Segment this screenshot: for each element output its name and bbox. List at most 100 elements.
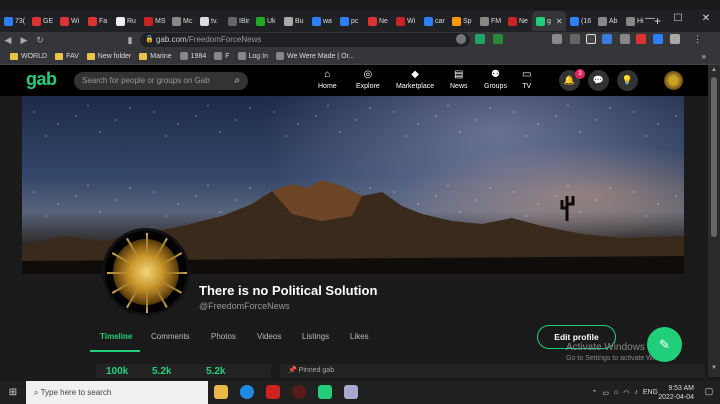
light-bulb-icon[interactable]: 💡 (617, 70, 638, 91)
bookmark-item[interactable]: We Were Made | Or... (275, 52, 354, 60)
user-avatar[interactable] (664, 71, 683, 90)
bookmark-icon[interactable]: ▮ (122, 35, 138, 46)
profile-avatar[interactable] (102, 228, 190, 316)
browser-tab[interactable]: car (420, 11, 448, 31)
browser-tab[interactable]: (16 (566, 11, 594, 31)
browser-tab[interactable]: Ne (504, 11, 532, 31)
share-icon[interactable] (456, 34, 466, 44)
minimize-button[interactable]: — (636, 10, 664, 32)
menu-kebab-icon[interactable]: ⋮ (693, 34, 703, 44)
bookmark-item[interactable]: F (214, 52, 230, 60)
maximize-button[interactable]: ☐ (664, 10, 692, 32)
bookmarks-overflow-icon[interactable]: » (702, 52, 706, 61)
browser-tab[interactable]: 73( (0, 11, 28, 31)
browser-tab[interactable]: FM (476, 11, 504, 31)
nav-news[interactable]: ▤ News (450, 69, 468, 90)
network-icon[interactable]: ⌂ (614, 389, 618, 396)
extension-icon[interactable] (475, 34, 485, 44)
close-window-button[interactable]: ✕ (692, 10, 720, 32)
browser-tab[interactable]: Wi (56, 11, 84, 31)
tab-comments[interactable]: Comments (151, 332, 190, 341)
browser-tab[interactable]: Sp (448, 11, 476, 31)
tab-timeline[interactable]: Timeline (100, 332, 132, 341)
browser-tab[interactable]: GE (28, 11, 56, 31)
tray-expand-icon[interactable]: ⌃ (591, 389, 597, 397)
browser-tab[interactable]: tv. (196, 11, 224, 31)
tab-photos[interactable]: Photos (211, 332, 236, 341)
nav-groups[interactable]: ⚉ Groups (484, 69, 507, 90)
forward-icon[interactable]: ▶ (16, 35, 32, 46)
browser-tab[interactable]: Ru (112, 11, 140, 31)
scroll-down-icon[interactable]: ▼ (711, 365, 717, 371)
folder-icon (55, 52, 64, 60)
file-explorer-icon[interactable] (214, 385, 228, 399)
shield-extension-icon[interactable] (493, 34, 503, 44)
browser-tab[interactable]: Bu (280, 11, 308, 31)
bookmark-item[interactable]: 1984 (179, 52, 206, 60)
nav-explore[interactable]: ◎ Explore (356, 69, 380, 90)
extension-red-icon[interactable] (636, 34, 646, 44)
nav-label: TV (522, 83, 532, 90)
back-icon[interactable]: ◀ (0, 35, 16, 46)
calculator-icon[interactable] (344, 385, 358, 399)
browser-tab[interactable]: Fa (84, 11, 112, 31)
edge-browser-icon[interactable] (240, 385, 254, 399)
browser-tab[interactable]: Mc (168, 11, 196, 31)
bookmark-item[interactable]: Log In (237, 52, 268, 60)
browser-tab[interactable]: Ab (594, 11, 622, 31)
stat-following[interactable]: 5.2k (206, 366, 225, 377)
browser-tab[interactable]: IBir (224, 11, 252, 31)
tab-label: g (547, 17, 551, 25)
extensions-puzzle-icon[interactable] (670, 34, 680, 44)
zoom-icon[interactable] (552, 34, 562, 44)
compose-button[interactable]: ✎ (647, 327, 682, 362)
tab-listings[interactable]: Listings (302, 332, 329, 341)
gab-logo[interactable]: gab (26, 69, 57, 90)
extension-blue2-icon[interactable] (653, 34, 663, 44)
browser-tab-active[interactable]: g ✕ (532, 11, 566, 31)
browser-tab[interactable]: MS (140, 11, 168, 31)
nav-marketplace[interactable]: ◆ Marketplace (396, 69, 434, 90)
clock[interactable]: 9:53 AM 2022-04-04 (658, 384, 694, 402)
browser-tab[interactable]: Uk (252, 11, 280, 31)
search-input[interactable]: Search for people or groups on Gab ⌕ (74, 72, 248, 90)
chat-icon[interactable]: 💬 (588, 70, 609, 91)
bookmark-folder[interactable]: New folder (86, 52, 131, 60)
search-icon[interactable]: ⌕ (234, 72, 240, 90)
wifi-icon[interactable]: ◠ (623, 389, 629, 397)
browser-tab[interactable]: Wi (392, 11, 420, 31)
volume-icon[interactable]: ♪ (634, 389, 638, 396)
browser-tab[interactable]: wa (308, 11, 336, 31)
tab-favicon-icon (32, 16, 41, 26)
nav-home[interactable]: ⌂ Home (318, 69, 337, 90)
battery-icon[interactable]: ▭ (602, 389, 609, 397)
stat-gabs[interactable]: 100k (106, 366, 128, 377)
gab-chrome-app-icon[interactable] (318, 385, 332, 399)
action-center-icon[interactable]: ▢ (702, 386, 716, 400)
scroll-up-icon[interactable]: ▲ (711, 67, 717, 73)
extension-blue-icon[interactable] (602, 34, 612, 44)
extension-grey-icon[interactable] (620, 34, 630, 44)
browser-tab[interactable]: Ne (364, 11, 392, 31)
tab-likes[interactable]: Likes (350, 332, 369, 341)
scrollbar-thumb[interactable] (711, 77, 717, 237)
bookmark-folder[interactable]: Marine (139, 52, 172, 60)
page-scrollbar[interactable]: ▲ ▼ (708, 65, 720, 377)
stat-followers[interactable]: 5.2k (152, 366, 171, 377)
bookmark-folder[interactable]: FAV (55, 52, 79, 60)
media-app-icon[interactable] (266, 385, 280, 399)
nav-tv[interactable]: ▭ TV (522, 69, 531, 90)
url-field[interactable]: 🔒 gab.com/FreedomForceNews (140, 33, 470, 47)
language-indicator[interactable]: ENG (643, 389, 658, 396)
app-circle-icon[interactable] (292, 385, 306, 399)
windows-start-icon[interactable]: ⊞ (0, 387, 26, 398)
extension-badge-icon[interactable] (586, 34, 596, 44)
tab-videos[interactable]: Videos (257, 332, 281, 341)
reload-icon[interactable]: ↻ (32, 35, 48, 46)
browser-tab[interactable]: pc (336, 11, 364, 31)
translate-icon[interactable] (570, 34, 580, 44)
taskbar-search[interactable]: ⌕ Type here to search (26, 381, 208, 404)
close-tab-icon[interactable]: ✕ (556, 17, 563, 26)
url-path: /FreedomForceNews (186, 35, 262, 44)
bookmark-folder[interactable]: WORLD (10, 52, 47, 60)
